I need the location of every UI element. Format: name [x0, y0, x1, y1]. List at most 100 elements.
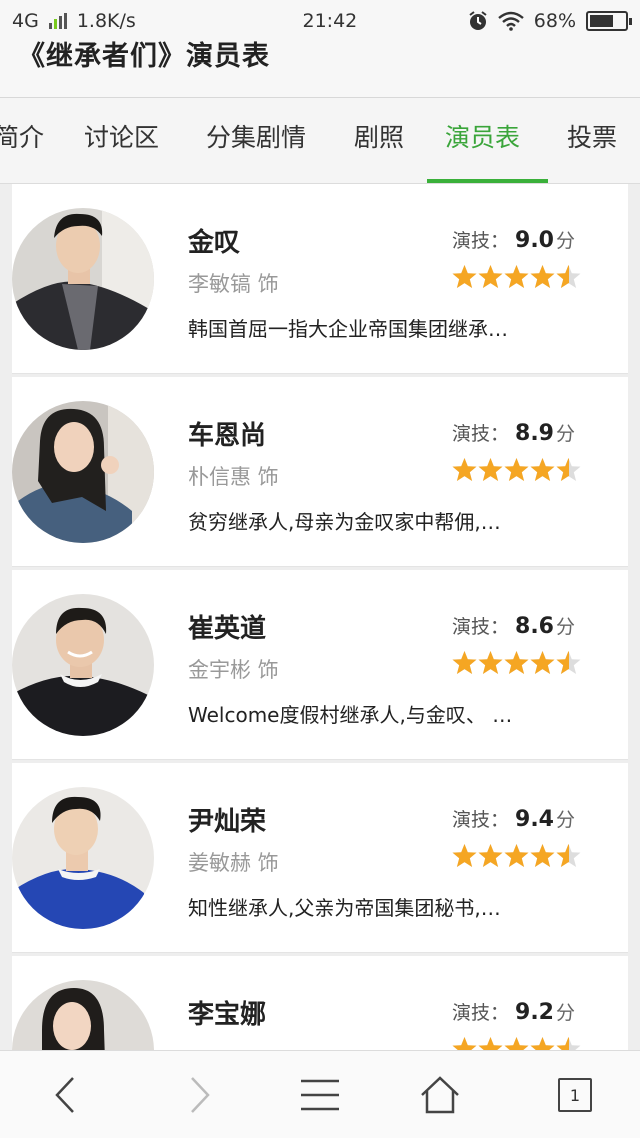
back-arrow-icon: [55, 1077, 74, 1113]
cast-card[interactable]: 李宝娜 演技： 9.2 分: [12, 956, 628, 1050]
star-icon: [452, 650, 477, 676]
network-speed: 1.8K/s: [76, 10, 136, 32]
cast-card[interactable]: 车恩尚 朴信惠 饰 演技： 8.9 分 贫穷继承人,母亲为金叹家中帮佣,…: [12, 377, 628, 567]
star-icon: [530, 457, 555, 483]
star-icon: [452, 1036, 477, 1050]
acting-score: 演技： 9.2 分: [452, 998, 575, 1025]
title-bar: 《继承者们》演员表: [0, 42, 640, 98]
star-icon: [478, 457, 503, 483]
acting-label: 演技：: [452, 423, 510, 445]
battery-icon: [586, 11, 632, 31]
status-time: 21:42: [302, 10, 358, 32]
tab-intro[interactable]: 简介: [0, 98, 44, 184]
score-unit: 分: [556, 809, 576, 831]
character-name: 尹灿荣: [188, 807, 267, 837]
star-rating: [452, 1036, 581, 1050]
star-rating: [452, 650, 581, 676]
tab-bar: 简介 讨论区 分集剧情 剧照 演员表 投票: [0, 98, 640, 184]
avatar: [12, 787, 154, 929]
tabs-button[interactable]: 1: [535, 1051, 615, 1138]
home-button[interactable]: [400, 1051, 480, 1138]
cast-list: 金叹 李敏镐 饰 演技： 9.0 分 韩国首屈一指大企业帝国集团继承… 车恩尚 朴信…: [12, 184, 628, 1050]
star-icon: [504, 650, 529, 676]
acting-score: 演技： 9.0 分: [452, 226, 575, 253]
acting-label: 演技：: [452, 230, 510, 252]
acting-score: 演技： 9.4 分: [452, 805, 575, 832]
alarm-clock-icon: [469, 11, 487, 30]
star-rating: [452, 843, 581, 869]
page-title: 《继承者们》演员表: [18, 41, 270, 72]
score-value: 9.0: [515, 228, 554, 253]
star-icon: [452, 264, 477, 290]
star-icon: [478, 843, 503, 869]
star-icon: [530, 264, 555, 290]
avatar: [12, 980, 154, 1050]
score-value: 8.9: [515, 421, 554, 446]
star-icon: [478, 264, 503, 290]
score-value: 9.4: [515, 807, 554, 832]
score-unit: 分: [556, 230, 576, 252]
tabs-icon: 1: [558, 1078, 592, 1112]
star-icon: [556, 650, 581, 676]
score-unit: 分: [556, 423, 576, 445]
active-tab-indicator: [427, 179, 548, 183]
star-icon: [478, 1036, 503, 1050]
home-icon: [421, 1076, 459, 1114]
character-name: 金叹: [188, 228, 241, 258]
battery-percent: 68%: [533, 10, 576, 32]
star-icon: [556, 1036, 581, 1050]
actor-name: 金宇彬 饰: [188, 658, 279, 682]
menu-button[interactable]: [280, 1051, 360, 1138]
character-description: 知性继承人,父亲为帝国集团秘书,…: [188, 896, 501, 920]
bottom-nav: 1: [0, 1050, 640, 1138]
status-bar: 4G 1.8K/s 21:42 68%: [0, 0, 640, 42]
star-icon: [504, 264, 529, 290]
tab-cast[interactable]: 演员表: [445, 98, 520, 184]
character-description: Welcome度假村继承人,与金叹、 …: [188, 703, 513, 727]
acting-label: 演技：: [452, 1002, 510, 1024]
tab-episodes[interactable]: 分集剧情: [206, 98, 306, 184]
status-right: 68%: [468, 10, 632, 32]
back-button[interactable]: [25, 1051, 105, 1138]
character-name: 李宝娜: [188, 1000, 267, 1030]
star-icon: [504, 843, 529, 869]
acting-label: 演技：: [452, 809, 510, 831]
cast-card[interactable]: 尹灿荣 姜敏赫 饰 演技： 9.4 分 知性继承人,父亲为帝国集团秘书,…: [12, 763, 628, 953]
avatar: [12, 401, 154, 543]
tabs-count: 1: [569, 1085, 581, 1105]
character-name: 车恩尚: [188, 421, 267, 451]
tab-discussion[interactable]: 讨论区: [84, 98, 159, 184]
star-icon: [530, 1036, 555, 1050]
network-type: 4G: [12, 10, 39, 32]
star-icon: [504, 457, 529, 483]
acting-score: 演技： 8.9 分: [452, 419, 575, 446]
forward-button[interactable]: [160, 1051, 240, 1138]
actor-name: 李敏镐 饰: [188, 272, 279, 296]
star-icon: [556, 264, 581, 290]
acting-label: 演技：: [452, 616, 510, 638]
star-icon: [530, 650, 555, 676]
actor-name: 姜敏赫 饰: [188, 851, 279, 875]
score-unit: 分: [556, 616, 576, 638]
star-icon: [530, 843, 555, 869]
menu-icon: [301, 1079, 339, 1111]
star-rating: [452, 264, 581, 290]
acting-score: 演技： 8.6 分: [452, 612, 575, 639]
character-description: 贫穷继承人,母亲为金叹家中帮佣,…: [188, 510, 501, 534]
signal-icon: [48, 13, 67, 29]
actor-name: 朴信惠 饰: [188, 465, 279, 489]
score-unit: 分: [556, 1002, 576, 1024]
score-value: 9.2: [515, 1000, 554, 1025]
star-icon: [452, 843, 477, 869]
tab-vote[interactable]: 投票: [567, 98, 617, 184]
cast-card[interactable]: 金叹 李敏镐 饰 演技： 9.0 分 韩国首屈一指大企业帝国集团继承…: [12, 184, 628, 374]
avatar: [12, 594, 154, 736]
wifi-icon: [497, 11, 524, 31]
character-name: 崔英道: [188, 614, 267, 644]
star-icon: [556, 457, 581, 483]
star-icon: [504, 1036, 529, 1050]
tab-stills[interactable]: 剧照: [354, 98, 404, 184]
cast-card[interactable]: 崔英道 金宇彬 饰 演技： 8.6 分 Welcome度假村继承人,与金叹、 …: [12, 570, 628, 760]
star-rating: [452, 457, 581, 483]
character-description: 韩国首屈一指大企业帝国集团继承…: [188, 317, 508, 341]
